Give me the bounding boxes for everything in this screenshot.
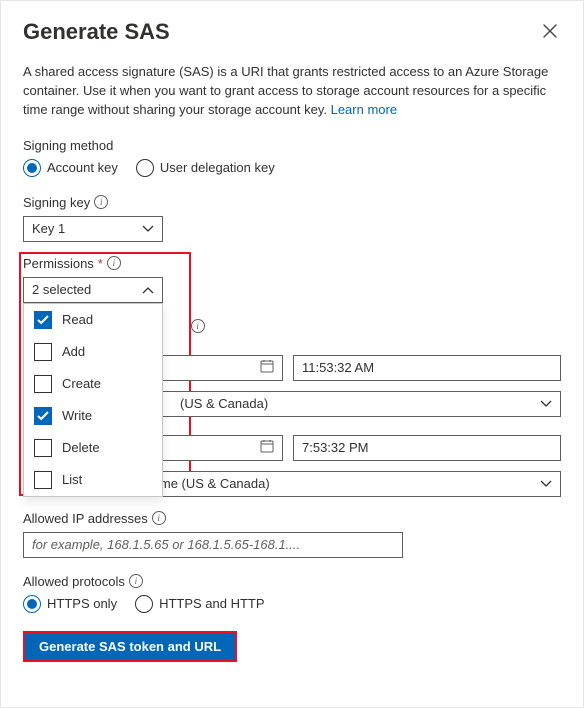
signing-key-label-text: Signing key (23, 195, 90, 210)
radio-icon (23, 595, 41, 613)
permission-option-list[interactable]: List (24, 464, 162, 496)
allowed-ip-label-text: Allowed IP addresses (23, 511, 148, 526)
description-body: A shared access signature (SAS) is a URI… (23, 64, 548, 117)
permission-option-create[interactable]: Create (24, 368, 162, 400)
radio-https-and-http[interactable]: HTTPS and HTTP (135, 595, 264, 613)
permissions-label: Permissions * i (23, 256, 561, 271)
permission-label: List (62, 472, 82, 487)
generate-sas-button[interactable]: Generate SAS token and URL (23, 631, 237, 662)
title-row: Generate SAS (23, 19, 561, 45)
allowed-ip-input[interactable] (23, 532, 403, 558)
allowed-protocols-label-text: Allowed protocols (23, 574, 125, 589)
permissions-select[interactable]: 2 selected (23, 277, 163, 303)
radio-label: Account key (47, 160, 118, 175)
radio-label: User delegation key (160, 160, 275, 175)
checkbox-icon (34, 439, 52, 457)
required-asterisk: * (98, 256, 103, 271)
permission-option-add[interactable]: Add (24, 336, 162, 368)
signing-method-label: Signing method (23, 138, 561, 153)
allowed-protocols-label: Allowed protocols i (23, 574, 561, 589)
permission-option-write[interactable]: Write (24, 400, 162, 432)
info-icon[interactable]: i (107, 256, 121, 270)
radio-label: HTTPS and HTTP (159, 596, 264, 611)
signing-key-label: Signing key i (23, 195, 561, 210)
info-icon[interactable]: i (94, 195, 108, 209)
checkbox-icon (34, 343, 52, 361)
signing-method-radio-group: Account key User delegation key (23, 159, 561, 177)
permission-label: Read (62, 312, 93, 327)
close-icon (543, 22, 557, 42)
permission-option-read[interactable]: Read (24, 304, 162, 336)
description-text: A shared access signature (SAS) is a URI… (23, 63, 561, 120)
radio-https-only[interactable]: HTTPS only (23, 595, 117, 613)
checkbox-icon (34, 407, 52, 425)
calendar-icon (260, 439, 274, 456)
checkbox-icon (34, 375, 52, 393)
radio-account-key[interactable]: Account key (23, 159, 118, 177)
chevron-down-icon (540, 480, 552, 488)
expiry-time-input[interactable]: 7:53:32 PM (293, 435, 561, 461)
permission-label: Delete (62, 440, 100, 455)
permission-label: Create (62, 376, 101, 391)
learn-more-link[interactable]: Learn more (331, 102, 397, 117)
radio-label: HTTPS only (47, 596, 117, 611)
radio-user-delegation-key[interactable]: User delegation key (136, 159, 275, 177)
permission-label: Add (62, 344, 85, 359)
generate-sas-panel: Generate SAS A shared access signature (… (0, 0, 584, 708)
allowed-ip-label: Allowed IP addresses i (23, 511, 561, 526)
checkbox-icon (34, 471, 52, 489)
expiry-time-value: 7:53:32 PM (302, 440, 369, 455)
permission-label: Write (62, 408, 92, 423)
info-icon[interactable]: i (129, 574, 143, 588)
permissions-select-container: 2 selected Read Add Create (23, 277, 163, 303)
allowed-protocols-radio-group: HTTPS only HTTPS and HTTP (23, 595, 561, 613)
signing-key-value: Key 1 (32, 221, 65, 236)
page-title: Generate SAS (23, 19, 170, 45)
radio-icon (23, 159, 41, 177)
radio-icon (136, 159, 154, 177)
start-time-value: 11:53:32 AM (302, 360, 374, 375)
signing-key-select[interactable]: Key 1 (23, 216, 163, 242)
chevron-down-icon (540, 400, 552, 408)
start-time-input[interactable]: 11:53:32 AM (293, 355, 561, 381)
chevron-down-icon (142, 225, 154, 233)
permissions-selected-text: 2 selected (32, 282, 91, 297)
permissions-dropdown: Read Add Create Write Delete (23, 303, 163, 497)
info-icon[interactable]: i (191, 319, 205, 333)
checkbox-icon (34, 311, 52, 329)
permission-option-delete[interactable]: Delete (24, 432, 162, 464)
permissions-label-text: Permissions (23, 256, 94, 271)
radio-icon (135, 595, 153, 613)
close-button[interactable] (539, 19, 561, 45)
calendar-icon (260, 359, 274, 376)
info-icon[interactable]: i (152, 511, 166, 525)
chevron-up-icon (142, 286, 154, 294)
